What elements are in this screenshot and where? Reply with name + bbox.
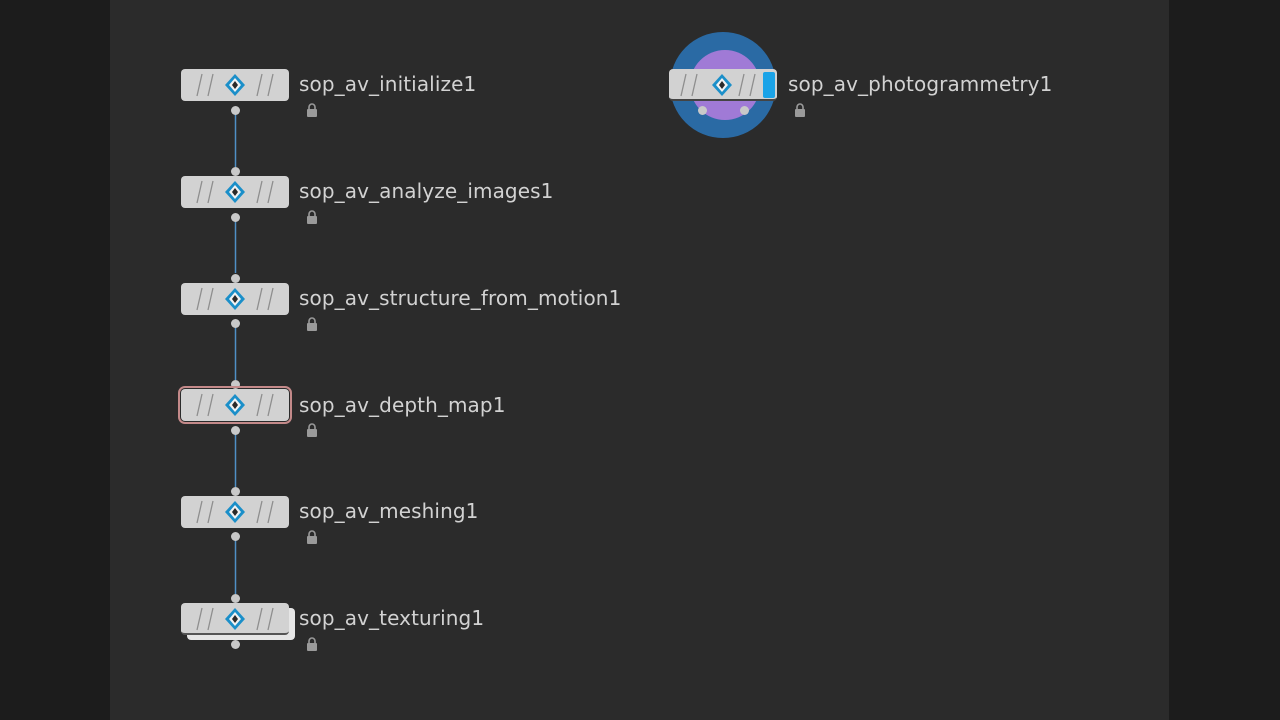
- node-sop-av-photogrammetry[interactable]: [669, 69, 777, 115]
- houdini-sop-icon: [225, 74, 245, 96]
- lock-icon: [307, 530, 317, 544]
- output-port[interactable]: [231, 426, 240, 435]
- node-body[interactable]: [669, 69, 777, 101]
- output-port-2[interactable]: [740, 106, 749, 115]
- node-sop-av-analyze-images[interactable]: [181, 167, 289, 222]
- lock-icon: [795, 103, 805, 117]
- output-port[interactable]: [231, 532, 240, 541]
- houdini-sop-icon: [225, 608, 245, 630]
- output-port[interactable]: [231, 106, 240, 115]
- houdini-sop-icon: [225, 181, 245, 203]
- display-flag[interactable]: [763, 72, 775, 98]
- output-port[interactable]: [231, 319, 240, 328]
- node-body[interactable]: [181, 69, 289, 101]
- lock-icon: [307, 317, 317, 331]
- node-sop-av-structure-from-motion[interactable]: [181, 274, 289, 328]
- node-body[interactable]: [178, 386, 292, 424]
- output-port-1[interactable]: [698, 106, 707, 115]
- lock-icon: [307, 210, 317, 224]
- node-body[interactable]: [181, 496, 289, 528]
- node-label: sop_av_initialize1: [299, 72, 477, 96]
- input-port[interactable]: [231, 594, 240, 603]
- node-sop-av-texturing[interactable]: [181, 594, 289, 649]
- output-port[interactable]: [231, 640, 240, 649]
- output-port[interactable]: [231, 213, 240, 222]
- lock-icon: [307, 103, 317, 117]
- houdini-sop-icon: [712, 74, 732, 96]
- houdini-sop-icon: [225, 394, 245, 416]
- houdini-sop-icon: [225, 501, 245, 523]
- node-label: sop_av_analyze_images1: [299, 179, 554, 203]
- input-port[interactable]: [231, 487, 240, 496]
- node-label: sop_av_structure_from_motion1: [299, 286, 622, 310]
- node-sop-av-initialize[interactable]: [181, 69, 289, 115]
- input-port[interactable]: [231, 167, 240, 176]
- node-body[interactable]: [181, 283, 289, 315]
- node-sop-av-meshing[interactable]: [181, 487, 289, 541]
- houdini-sop-icon: [225, 288, 245, 310]
- node-body[interactable]: [181, 603, 289, 635]
- lock-icon: [307, 637, 317, 651]
- lock-icon: [307, 423, 317, 437]
- node-sop-av-depth-map[interactable]: [178, 380, 292, 435]
- node-label: sop_av_depth_map1: [299, 393, 506, 417]
- node-label: sop_av_photogrammetry1: [788, 72, 1053, 96]
- input-port[interactable]: [231, 274, 240, 283]
- node-label: sop_av_meshing1: [299, 499, 479, 523]
- input-port[interactable]: [231, 380, 240, 389]
- node-label: sop_av_texturing1: [299, 606, 485, 630]
- node-body[interactable]: [181, 176, 289, 208]
